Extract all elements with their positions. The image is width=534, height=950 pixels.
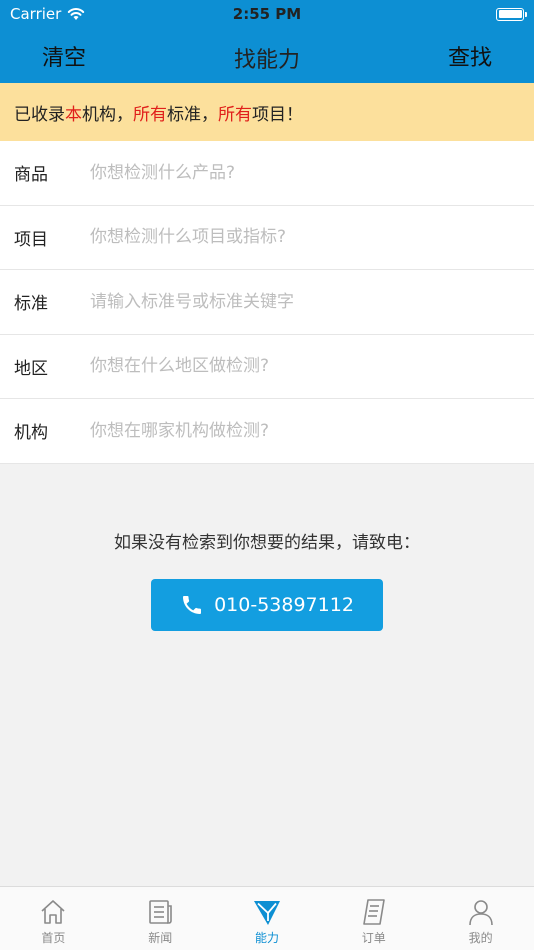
notice-banner: 已收录本机构， 所有 标准， 所有 项目！ — [0, 83, 534, 141]
home-icon — [41, 900, 65, 924]
search-form: 商品 项目 标准 地区 机构 — [0, 141, 534, 464]
status-left: Carrier — [10, 5, 85, 23]
institution-label: 机构 — [14, 423, 48, 444]
tab-news-label: 新闻 — [148, 931, 173, 945]
tab-profile-label: 我的 — [468, 931, 493, 945]
standard-label: 标准 — [14, 294, 48, 315]
product-label: 商品 — [14, 165, 48, 186]
battery-icon — [496, 7, 527, 21]
tab-news[interactable]: 新闻 — [107, 887, 214, 950]
wifi-icon — [68, 8, 85, 20]
notice-text-1: 已收录 — [14, 104, 65, 125]
clear-button[interactable]: 清空 — [42, 40, 86, 72]
form-row-region: 地区 — [0, 335, 534, 399]
item-input[interactable] — [90, 227, 534, 248]
form-row-institution: 机构 — [0, 399, 534, 464]
phone-number: 010-53897112 — [214, 594, 354, 616]
notice-highlight-3: 所有 — [218, 104, 252, 125]
news-icon — [149, 900, 172, 924]
tab-home[interactable]: 首页 — [0, 887, 107, 950]
product-input[interactable] — [90, 162, 534, 183]
form-row-product: 商品 — [0, 141, 534, 206]
ability-icon — [253, 901, 280, 925]
tab-order-label: 订单 — [361, 931, 386, 945]
tab-home-label: 首页 — [41, 931, 66, 945]
tab-ability-label: 能力 — [254, 931, 279, 945]
standard-input[interactable] — [90, 291, 534, 312]
call-phone-button[interactable]: 010-53897112 — [151, 579, 383, 631]
help-text: 如果没有检索到你想要的结果，请致电： — [114, 533, 420, 553]
region-label: 地区 — [14, 358, 48, 379]
notice-highlight-2: 所有 — [133, 104, 167, 125]
notice-text-2: 机构， — [82, 104, 133, 125]
status-bar: Carrier — [0, 0, 534, 28]
notice-text-3: 标准， — [167, 104, 218, 125]
region-input[interactable] — [90, 356, 534, 377]
form-row-item: 项目 — [0, 206, 534, 270]
carrier-label: Carrier — [10, 5, 62, 23]
institution-input[interactable] — [90, 420, 534, 441]
profile-icon — [468, 900, 493, 926]
notice-highlight-1: 本 — [65, 104, 82, 125]
phone-icon — [183, 596, 202, 614]
tab-bar: 首页 新闻 能力 订单 我的 — [0, 886, 534, 950]
item-label: 项目 — [14, 229, 48, 250]
form-row-standard: 标准 — [0, 270, 534, 335]
search-button[interactable]: 查找 — [448, 40, 492, 72]
nav-bar: 清空 查找 — [0, 28, 534, 83]
tab-profile[interactable]: 我的 — [427, 887, 534, 950]
notice-text-4: 项目！ — [252, 104, 303, 125]
order-icon — [362, 899, 385, 925]
tab-ability[interactable]: 能力 — [214, 887, 321, 950]
tab-order[interactable]: 订单 — [320, 887, 427, 950]
